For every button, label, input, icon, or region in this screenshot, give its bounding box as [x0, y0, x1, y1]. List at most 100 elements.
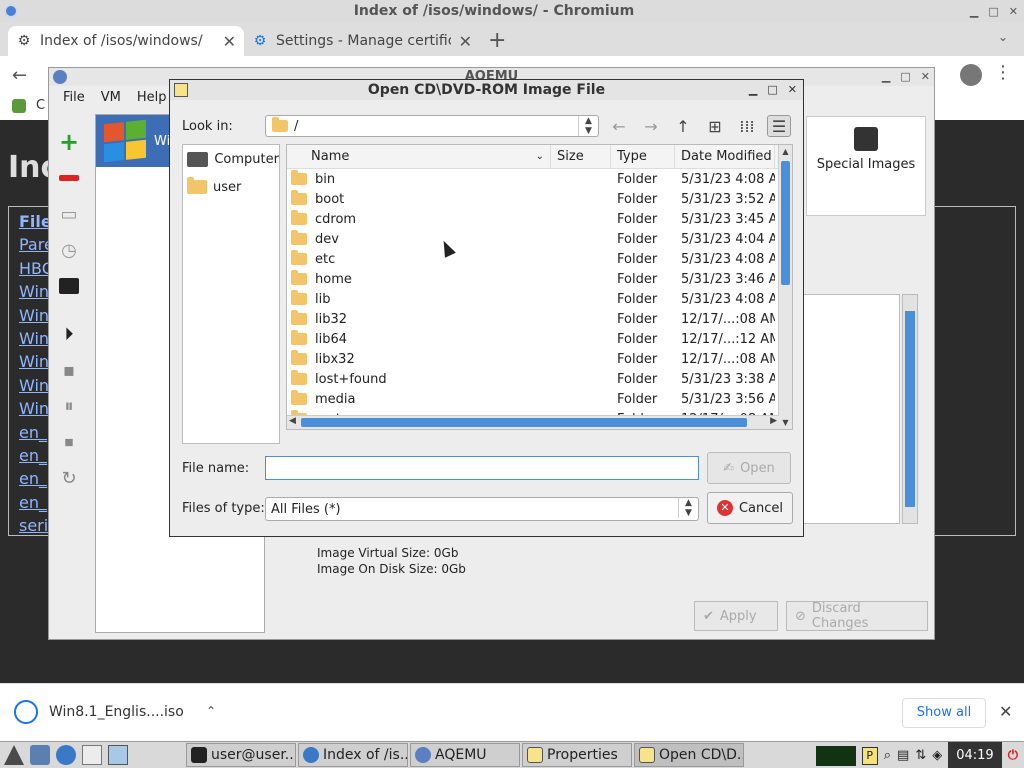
minimize-icon[interactable]: ▁	[749, 80, 757, 100]
menu-vm[interactable]: VM	[93, 90, 129, 105]
place-user[interactable]: user	[183, 173, 279, 201]
shield-icon[interactable]: ◈	[932, 748, 942, 763]
download-shelf: Win8.1_Englis....iso ⌃ Show all ✕	[0, 683, 1024, 741]
icon-view-icon[interactable]: ⁞⁞⁞	[735, 115, 759, 137]
column-type[interactable]: Type	[611, 145, 675, 168]
file-row[interactable]: etc Folder 5/31/23 4:08 AM	[287, 249, 792, 269]
show-all-button[interactable]: Show all	[902, 698, 986, 728]
task-terminal[interactable]: user@user...	[186, 743, 296, 767]
discard-changes-button[interactable]: ⊘ Discard Changes	[786, 601, 928, 631]
file-date: 5/31/23 3:56 AM	[681, 391, 775, 407]
folder-icon	[187, 177, 207, 194]
clipboard-icon[interactable]: ▤	[897, 748, 909, 763]
new-tab-button[interactable]: +	[488, 26, 506, 56]
chevron-up-icon[interactable]: ⌃	[206, 704, 216, 718]
file-row[interactable]: cdrom Folder 5/31/23 3:45 AM	[287, 209, 792, 229]
profile-avatar-icon[interactable]	[960, 64, 982, 86]
maximize-icon[interactable]: □	[767, 80, 777, 100]
clock-icon[interactable]: ◷	[57, 238, 81, 262]
place-computer[interactable]: Computer	[183, 145, 279, 173]
combo-updown-icon[interactable]: ▲ ▼	[678, 498, 698, 518]
network-icon[interactable]: ⇅	[915, 748, 926, 763]
power-icon[interactable]: ⏻	[1008, 748, 1018, 763]
special-images-panel[interactable]: Special Images	[806, 116, 926, 216]
back-arrow-icon[interactable]: ←	[12, 65, 27, 86]
add-vm-icon[interactable]: +	[57, 128, 81, 156]
tab-index-isos[interactable]: ⚙ Index of /isos/windows/ ✕	[8, 26, 244, 56]
file-row[interactable]: home Folder 5/31/23 3:46 AM	[287, 269, 792, 289]
clock: 04:19	[948, 742, 1002, 768]
look-in-combo[interactable]: / ▲ ▼	[265, 115, 599, 137]
task-properties[interactable]: Properties	[522, 743, 632, 767]
download-file-name[interactable]: Win8.1_Englis....iso	[49, 704, 184, 720]
back-arrow-icon[interactable]: ←	[607, 115, 631, 137]
file-row[interactable]: lib64 Folder 12/17/...:12 AM	[287, 329, 792, 349]
file-row[interactable]: libx32 Folder 12/17/...:08 AM	[287, 349, 792, 369]
close-icon[interactable]: ✕	[788, 80, 797, 100]
scroll-right-icon[interactable]: ▶	[770, 416, 777, 426]
file-list-hscroll[interactable]: ◀ ▶	[287, 415, 779, 429]
play-icon[interactable]: ⏵	[57, 322, 81, 346]
minimize-icon[interactable]: ▁	[970, 5, 978, 18]
tab-settings[interactable]: ⚙ Settings - Manage certificate ✕	[244, 26, 480, 56]
remove-vm-icon[interactable]	[57, 166, 81, 190]
tab-close-icon[interactable]: ✕	[223, 32, 236, 51]
close-icon[interactable]: ✕	[1009, 5, 1018, 18]
device-list-scrollbar[interactable]	[902, 294, 918, 524]
p-app-icon[interactable]: P	[861, 746, 878, 765]
scroll-thumb[interactable]	[781, 161, 790, 285]
minimize-icon[interactable]: ▁	[882, 68, 890, 86]
apply-button[interactable]: ✔ Apply	[694, 601, 778, 631]
menu-kebab-icon[interactable]: ⋮	[994, 62, 1012, 83]
close-icon[interactable]: ✕	[999, 702, 1012, 721]
column-date[interactable]: Date Modified	[675, 145, 775, 168]
task-browser[interactable]: Index of /is...	[298, 743, 408, 767]
scroll-up-icon[interactable]: ▲	[779, 147, 792, 156]
file-row[interactable]: boot Folder 5/31/23 3:52 AM	[287, 189, 792, 209]
pause-icon[interactable]: ⏸	[57, 394, 81, 418]
reset-icon[interactable]: ↻	[57, 466, 81, 490]
scroll-thumb[interactable]	[301, 418, 747, 427]
task-open-dialog[interactable]: Open CD\D...	[634, 743, 744, 767]
window-switch-icon[interactable]	[82, 745, 102, 765]
files-of-type-select[interactable]: All Files (*) ▲ ▼	[265, 497, 699, 521]
scroll-down-icon[interactable]: ▼	[779, 418, 792, 427]
file-row[interactable]: media Folder 5/31/23 3:56 AM	[287, 389, 792, 409]
close-icon[interactable]: ✕	[921, 68, 930, 86]
scroll-thumb[interactable]	[905, 311, 915, 507]
browser-globe-icon[interactable]	[56, 745, 76, 765]
file-row[interactable]: lost+found Folder 5/31/23 3:38 AM	[287, 369, 792, 389]
file-name-input[interactable]	[265, 456, 699, 480]
forward-arrow-icon[interactable]: →	[639, 115, 663, 137]
cancel-button[interactable]: ✕ Cancel	[707, 492, 793, 524]
parent-directory-icon[interactable]: ↑	[671, 115, 695, 137]
tab-close-icon[interactable]: ✕	[459, 32, 472, 51]
combo-updown-icon[interactable]: ▲ ▼	[578, 116, 598, 136]
disk-icon[interactable]: ▭	[57, 202, 81, 226]
column-name[interactable]: Name ⌄	[287, 145, 551, 168]
desktop-icon[interactable]	[108, 745, 128, 765]
tab-search-chevron-icon[interactable]: ⌄	[998, 30, 1008, 44]
stop-icon[interactable]: ⏹	[57, 430, 81, 454]
open-button[interactable]: ✍ Open	[707, 452, 791, 484]
file-row[interactable]: lib32 Folder 12/17/...:08 AM	[287, 309, 792, 329]
file-manager-icon[interactable]	[30, 745, 50, 765]
column-size[interactable]: Size	[551, 145, 611, 168]
file-row[interactable]: bin Folder 5/31/23 4:08 AM	[287, 169, 792, 189]
menu-file[interactable]: File	[55, 90, 93, 105]
maximize-icon[interactable]: □	[900, 68, 910, 86]
detail-view-icon[interactable]: ☰	[767, 115, 791, 137]
search-icon[interactable]: ⌕	[884, 748, 891, 763]
save-icon[interactable]: ▪	[57, 358, 81, 382]
task-aqemu[interactable]: AQEMU	[410, 743, 520, 767]
new-folder-icon[interactable]: ⊞	[703, 115, 727, 137]
bookmark-label[interactable]: C	[36, 98, 45, 113]
menu-help[interactable]: Help	[129, 90, 175, 105]
maximize-icon[interactable]: □	[988, 5, 998, 18]
file-row[interactable]: lib Folder 5/31/23 4:08 AM	[287, 289, 792, 309]
terminal-icon[interactable]	[57, 274, 81, 298]
file-row[interactable]: dev Folder 5/31/23 4:04 AM	[287, 229, 792, 249]
scroll-left-icon[interactable]: ◀	[289, 416, 296, 426]
start-menu-icon[interactable]	[4, 745, 24, 765]
file-list-vscroll[interactable]: ▲ ▼	[778, 145, 792, 429]
